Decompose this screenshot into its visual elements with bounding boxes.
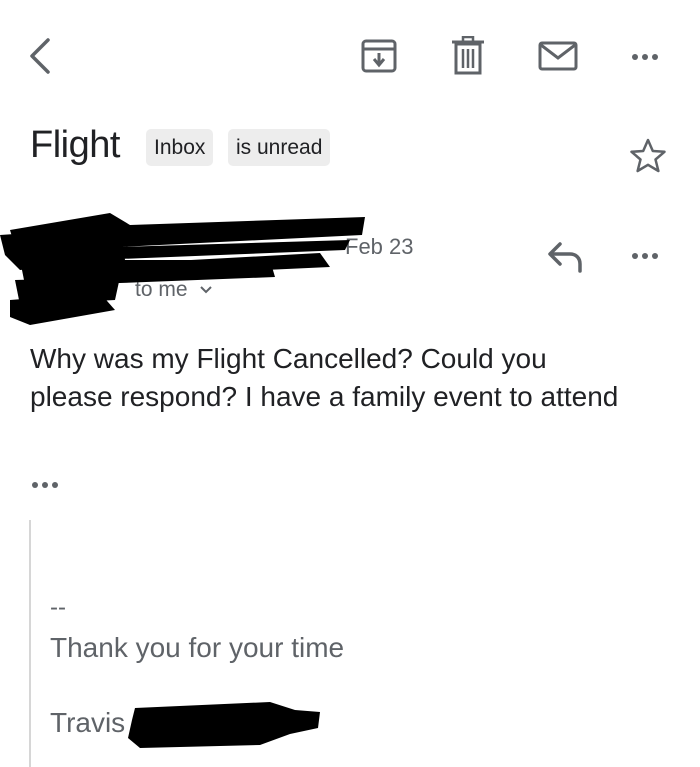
back-button[interactable] <box>26 36 54 76</box>
dot <box>632 54 638 60</box>
trash-icon <box>452 36 484 75</box>
more-options-button[interactable] <box>632 54 658 60</box>
delete-button[interactable] <box>450 36 486 76</box>
signature-name: Travis <box>50 707 126 738</box>
dot <box>652 54 658 60</box>
signature-redaction <box>128 702 320 748</box>
archive-button[interactable] <box>360 38 398 74</box>
message-more-button[interactable] <box>632 253 658 259</box>
show-trimmed-content-button[interactable] <box>32 482 58 488</box>
dot <box>32 482 38 488</box>
signature-separator: -- <box>50 594 66 621</box>
signature-line: Thank you for your time <box>50 632 345 663</box>
archive-icon <box>361 39 397 73</box>
quote-bar <box>29 520 31 767</box>
email-body: Why was my Flight Cancelled? Could you p… <box>30 343 619 412</box>
mail-icon <box>538 41 578 71</box>
reply-icon <box>548 242 582 273</box>
star-button[interactable] <box>629 138 667 174</box>
dot <box>42 482 48 488</box>
mark-unread-button[interactable] <box>538 41 578 71</box>
dot <box>652 253 658 259</box>
redaction-scribble <box>0 213 365 325</box>
label-chip-unread[interactable]: is unread <box>228 129 331 166</box>
dot <box>632 253 638 259</box>
dot <box>52 482 58 488</box>
chevron-left-icon <box>30 38 50 74</box>
reply-button[interactable] <box>546 240 586 274</box>
email-subject: Flight <box>30 124 120 166</box>
dot <box>642 54 648 60</box>
dot <box>642 253 648 259</box>
star-outline-icon <box>630 138 666 173</box>
label-chip-inbox[interactable]: Inbox <box>146 129 214 166</box>
